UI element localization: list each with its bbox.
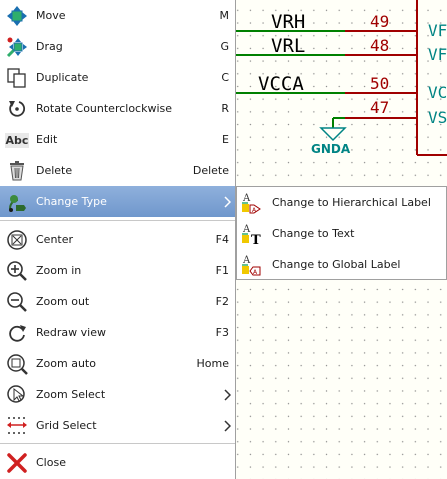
menu-item-close[interactable]: Close: [0, 447, 235, 478]
change-type-icon: [6, 191, 28, 213]
drag-icon: [6, 36, 28, 58]
move-icon: [6, 5, 28, 27]
pin-number-48: 48: [370, 36, 389, 55]
duplicate-icon: [6, 67, 28, 89]
pin-number-50: 50: [370, 74, 389, 93]
menu-item-shortcut: C: [221, 71, 229, 84]
menu-item-label: Zoom Select: [36, 388, 106, 401]
menu-item-label: Delete: [36, 164, 73, 177]
menu-item-label: Rotate Counterclockwise: [36, 102, 173, 115]
submenu-item-label: Change to Hierarchical Label: [272, 196, 431, 209]
pin-name-50: VC: [428, 83, 447, 102]
icon-glyph-t: T: [251, 233, 261, 246]
menu-item-shortcut: R: [221, 102, 229, 115]
menu-item-shortcut: M: [219, 9, 230, 22]
edit-text-icon: Abc: [4, 129, 30, 151]
net-label-vcca: VCCA: [258, 73, 304, 95]
submenu-item-global-label[interactable]: A A Change to Global Label: [237, 249, 446, 280]
redraw-icon: [6, 322, 28, 344]
power-label-gnda: GNDA: [311, 142, 351, 156]
menu-item-label: Move: [36, 9, 66, 22]
menu-item-delete[interactable]: Delete Delete: [0, 155, 235, 186]
menu-item-label: Change Type: [36, 195, 107, 208]
menu-item-edit[interactable]: Abc Edit E: [0, 124, 235, 155]
pin-number-49: 49: [370, 12, 389, 31]
pin-name-49: VF: [428, 21, 447, 40]
menu-item-label: Duplicate: [36, 71, 89, 84]
submenu-arrow-icon: [223, 419, 232, 432]
menu-item-zoom-out[interactable]: Zoom out F2: [0, 286, 235, 317]
menu-item-grid-select[interactable]: Grid Select: [0, 410, 235, 441]
global-label-icon: A A: [240, 253, 264, 277]
menu-item-label: Zoom out: [36, 295, 90, 308]
abc-icon-text: Abc: [4, 132, 30, 148]
net-label-vrl: VRL: [271, 35, 305, 57]
zoom-fit-icon: [6, 353, 28, 375]
submenu-item-hierarchical-label[interactable]: A A Change to Hierarchical Label: [237, 187, 446, 218]
menu-item-shortcut: F2: [215, 295, 229, 308]
menu-item-rotate-ccw[interactable]: Rotate Counterclockwise R: [0, 93, 235, 124]
trash-icon: [6, 160, 28, 182]
submenu-item-label: Change to Global Label: [272, 258, 401, 271]
menu-item-drag[interactable]: Drag G: [0, 31, 235, 62]
change-type-submenu: A A Change to Hierarchical Label A T Cha…: [236, 186, 447, 280]
menu-item-label: Redraw view: [36, 326, 106, 339]
context-menu: Move M Drag G Duplicate C Rotate Counter…: [0, 0, 236, 479]
menu-item-shortcut: G: [220, 40, 229, 53]
menu-item-zoom-in[interactable]: Zoom in F1: [0, 255, 235, 286]
menu-item-shortcut: E: [222, 133, 229, 146]
close-icon: [6, 452, 28, 474]
menu-item-label: Grid Select: [36, 419, 97, 432]
menu-item-shortcut: Delete: [192, 164, 229, 177]
zoom-center-icon: [6, 229, 28, 251]
menu-item-label: Center: [36, 233, 74, 246]
menu-item-zoom-select[interactable]: Zoom Select: [0, 379, 235, 410]
menu-item-shortcut: F1: [215, 264, 229, 277]
grid-select-icon: [6, 415, 28, 437]
net-label-vrh: VRH: [271, 11, 305, 33]
menu-item-change-type[interactable]: Change Type: [0, 186, 235, 217]
submenu-arrow-icon: [223, 195, 232, 208]
menu-item-label: Zoom in: [36, 264, 82, 277]
pin-name-47: VS: [428, 108, 447, 127]
menu-item-shortcut: F3: [215, 326, 229, 339]
menu-item-duplicate[interactable]: Duplicate C: [0, 62, 235, 93]
menu-item-shortcut: F4: [215, 233, 229, 246]
menu-item-zoom-auto[interactable]: Zoom auto Home: [0, 348, 235, 379]
gnda-symbol: [319, 127, 347, 142]
menu-separator: [0, 220, 235, 221]
submenu-item-label: Change to Text: [272, 227, 355, 240]
rotate-ccw-icon: [6, 98, 28, 120]
zoom-out-icon: [6, 291, 28, 313]
text-icon: A T: [240, 222, 264, 248]
pin-number-47: 47: [370, 98, 389, 117]
menu-separator: [0, 443, 235, 444]
zoom-in-icon: [6, 260, 28, 282]
pin-name-48: VF: [428, 45, 447, 64]
zoom-select-icon: [6, 384, 28, 406]
menu-item-label: Edit: [36, 133, 58, 146]
hierarchical-label-icon: A A: [240, 191, 264, 215]
submenu-item-text[interactable]: A T Change to Text: [237, 218, 446, 249]
menu-item-label: Drag: [36, 40, 63, 53]
menu-item-center[interactable]: Center F4: [0, 224, 235, 255]
menu-item-shortcut: Home: [196, 357, 229, 370]
menu-item-move[interactable]: Move M: [0, 0, 235, 31]
menu-item-redraw[interactable]: Redraw view F3: [0, 317, 235, 348]
menu-item-label: Zoom auto: [36, 357, 96, 370]
submenu-arrow-icon: [223, 388, 232, 401]
menu-item-label: Close: [36, 456, 66, 469]
